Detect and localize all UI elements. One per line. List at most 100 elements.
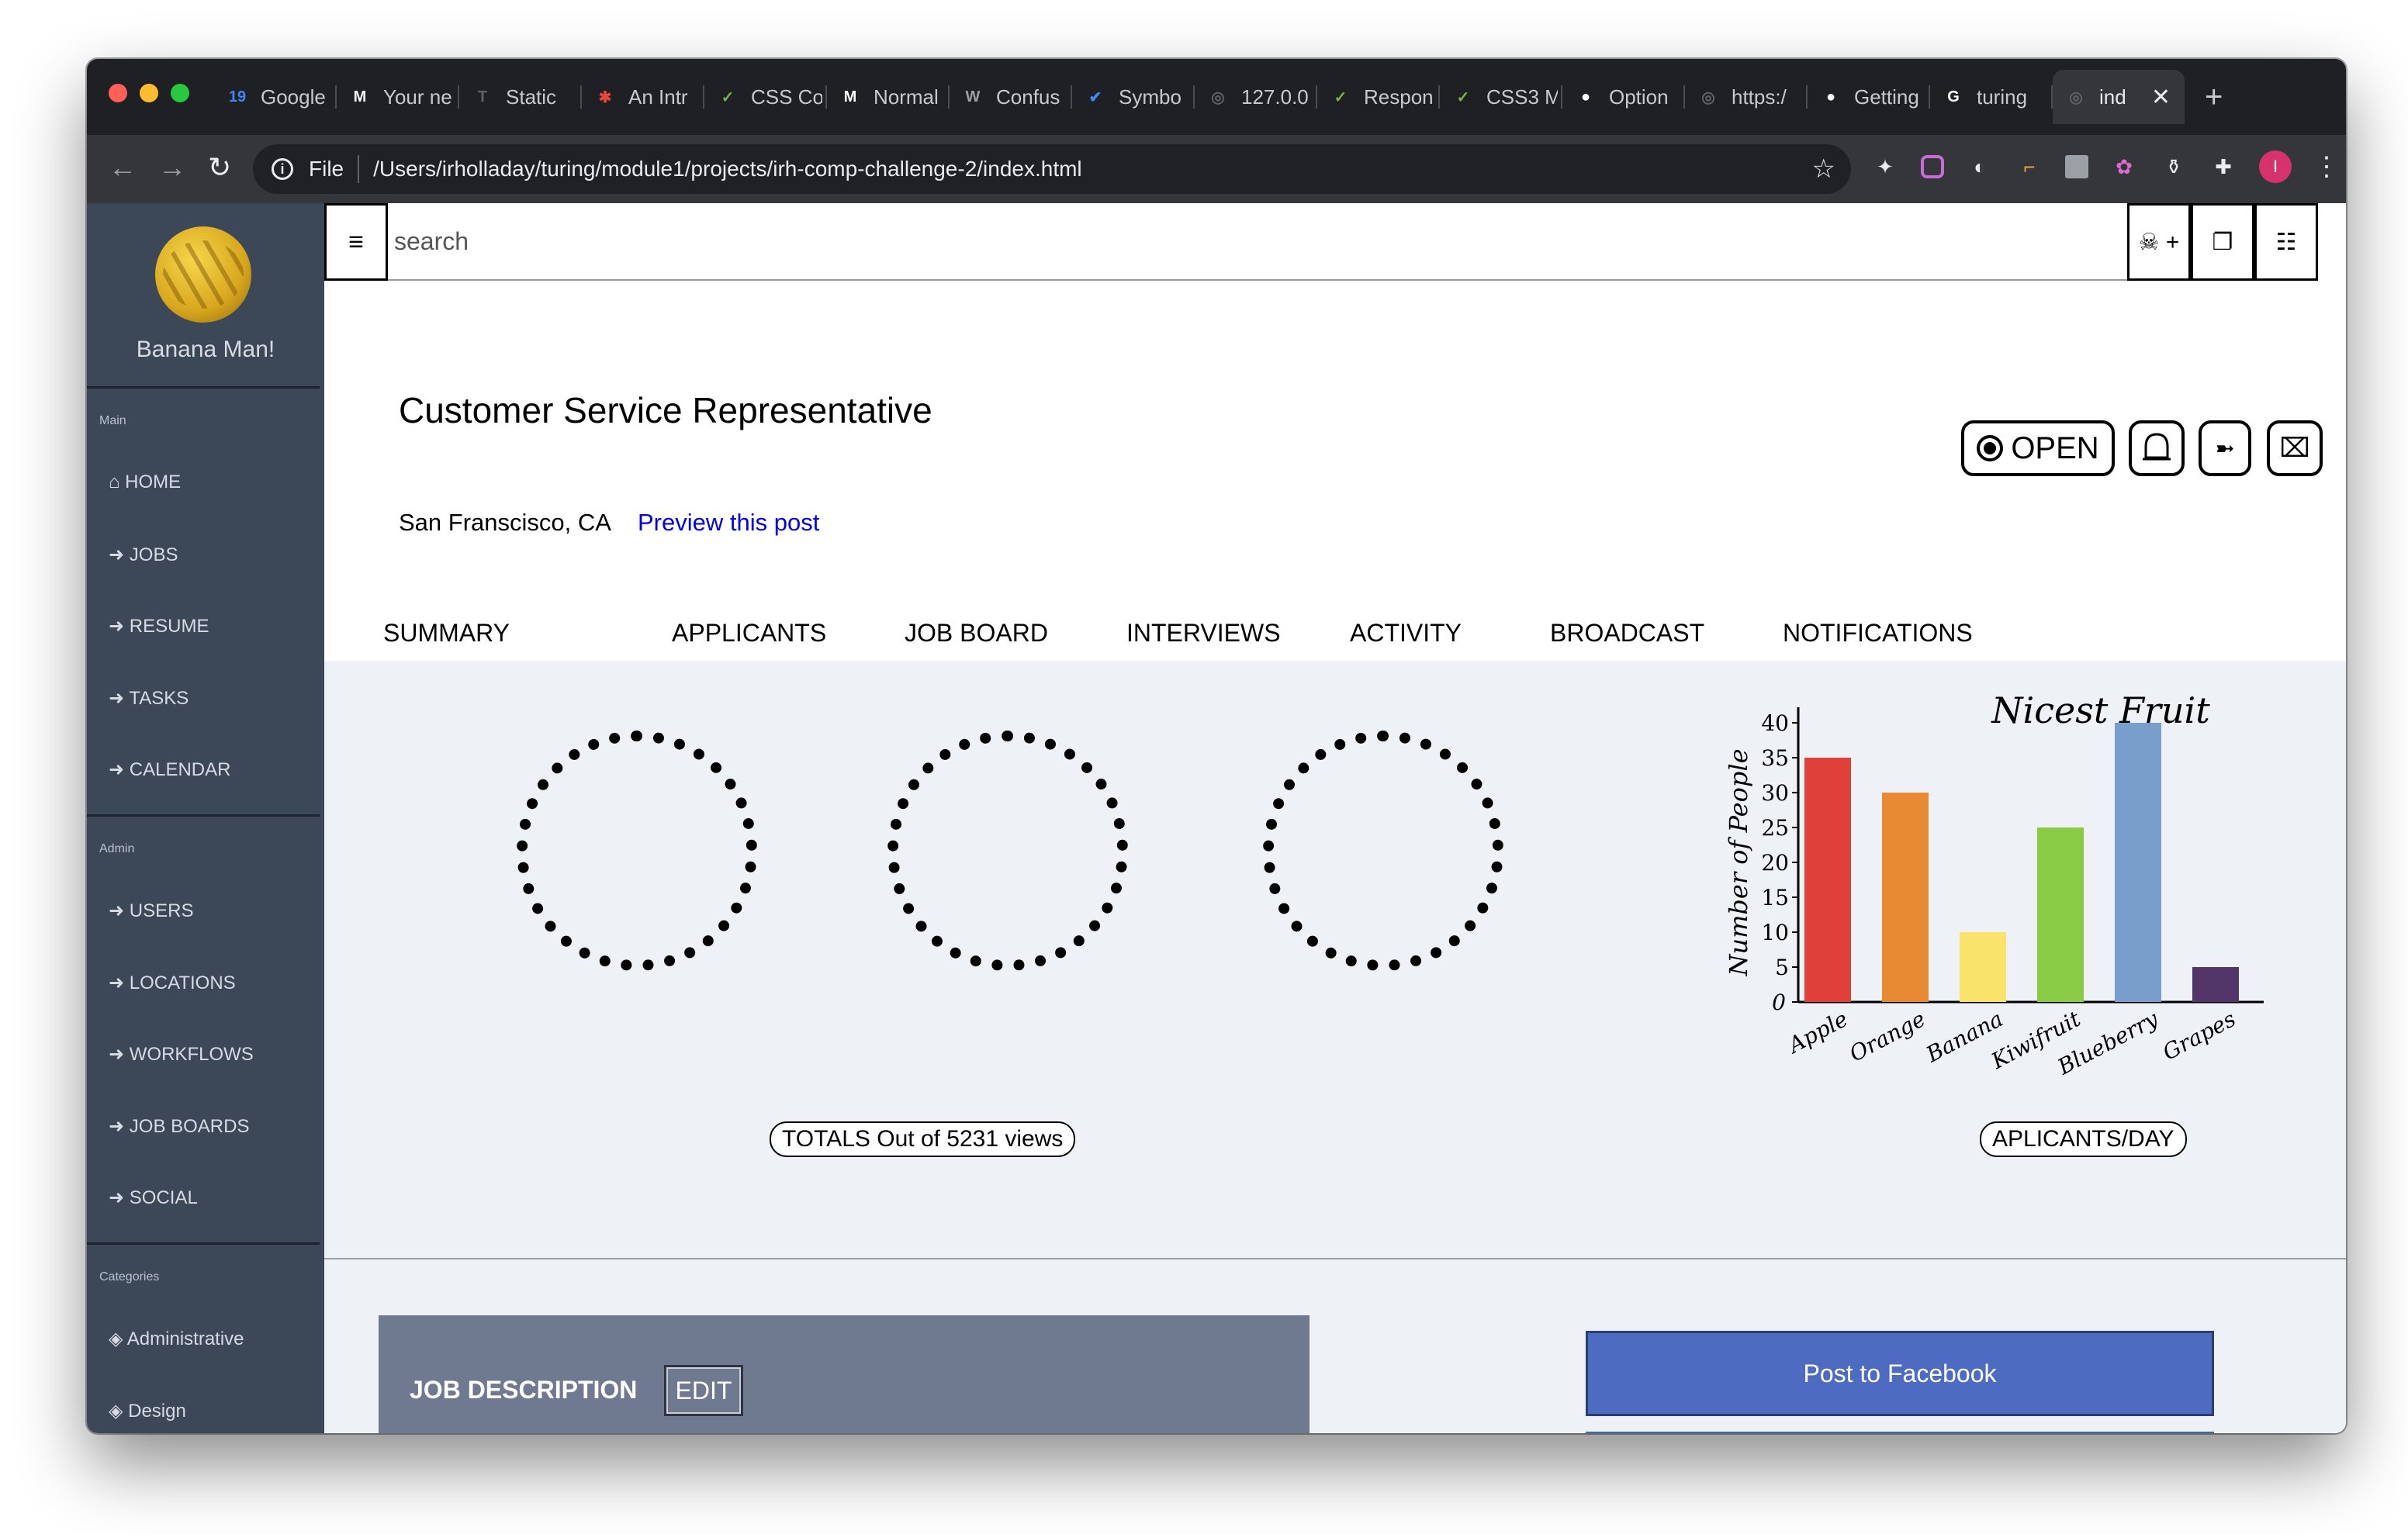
new-tab-button[interactable]: + bbox=[2205, 78, 2223, 135]
puzzle-icon[interactable]: ✦ bbox=[1871, 153, 1899, 181]
sidebar-item[interactable]: ➜ USERS bbox=[109, 900, 193, 922]
browser-tab[interactable]: ✓ CSS3 M bbox=[1440, 70, 1562, 124]
tab-activity[interactable]: ACTIVITY bbox=[1350, 619, 1462, 648]
browser-tab[interactable]: ✱ An Intr bbox=[582, 70, 704, 124]
tab-title: Google bbox=[261, 85, 326, 109]
sidebar-item[interactable]: ◈ Design bbox=[109, 1400, 186, 1422]
close-tab-icon[interactable]: ✕ bbox=[2151, 84, 2171, 111]
x-tick-label: Grapes bbox=[2158, 1006, 2240, 1066]
forward-arrow-icon[interactable]: → bbox=[158, 150, 186, 185]
tab-job-board[interactable]: JOB BOARD bbox=[905, 619, 1048, 648]
url-text[interactable]: /Users/irholladay/turing/module1/project… bbox=[373, 157, 1082, 181]
tab-title: Option bbox=[1609, 85, 1669, 109]
browser-tab[interactable]: ◎ https:/ bbox=[1685, 70, 1808, 124]
back-arrow-icon[interactable]: ← bbox=[109, 150, 137, 185]
reload-icon[interactable]: ↻ bbox=[208, 150, 231, 185]
search-input[interactable] bbox=[388, 203, 2127, 281]
sidebar-item[interactable]: ➜ LOCATIONS bbox=[109, 972, 236, 994]
minimize-window-button[interactable] bbox=[140, 84, 158, 102]
hamburger-menu-button[interactable]: ≡ bbox=[324, 203, 388, 281]
tab-interviews[interactable]: INTERVIEWS bbox=[1126, 619, 1281, 648]
preview-post-link[interactable]: Preview this post bbox=[638, 509, 819, 537]
sidebar-item[interactable]: ➜ WORKFLOWS bbox=[109, 1043, 254, 1066]
sidebar-item[interactable]: ➜ TASKS bbox=[109, 687, 189, 710]
job-description-panel: JOB DESCRIPTION EDIT bbox=[379, 1315, 1310, 1433]
edit-button[interactable]: EDIT bbox=[664, 1365, 743, 1416]
sidebar-item[interactable]: ➜ RESUME bbox=[109, 615, 209, 637]
window-button[interactable]: ❐ bbox=[2191, 203, 2254, 281]
grid-menu-button[interactable]: ☷ bbox=[2254, 203, 2318, 281]
info-icon[interactable]: i bbox=[272, 158, 293, 180]
tab-notifications[interactable]: NOTIFICATIONS bbox=[1783, 619, 1973, 648]
open-status-button[interactable]: OPEN bbox=[1961, 420, 2115, 476]
main-content: ≡ ☠ + ❐ ☷ Customer Service Representativ… bbox=[324, 203, 2346, 1433]
url-scheme: File bbox=[309, 157, 344, 181]
bottle-icon[interactable]: ⚱ bbox=[2160, 153, 2188, 181]
sidebar-divider bbox=[87, 1242, 320, 1245]
sidebar-divider bbox=[87, 386, 320, 389]
extensions-puzzle-icon[interactable]: ✚ bbox=[2209, 153, 2237, 181]
browser-tab[interactable]: M Normal bbox=[827, 70, 950, 124]
browser-tab[interactable]: W Confus bbox=[950, 70, 1072, 124]
tab-applicants[interactable]: APPLICANTS bbox=[672, 619, 826, 648]
profile-avatar[interactable]: I bbox=[2259, 150, 2292, 183]
post-facebook-button[interactable]: Post to Facebook bbox=[1586, 1331, 2214, 1416]
browser-tab[interactable]: 19 Google bbox=[214, 70, 337, 124]
avatar[interactable] bbox=[155, 226, 251, 323]
maximize-window-button[interactable] bbox=[171, 84, 189, 102]
user-name: Banana Man! bbox=[136, 337, 275, 362]
y-tick-label: 20 bbox=[1761, 850, 1789, 876]
calendar-icon: 19 bbox=[228, 88, 247, 105]
share-button[interactable]: ➼ bbox=[2199, 420, 2251, 476]
sidebar-item[interactable]: ➜ SOCIAL bbox=[109, 1187, 198, 1209]
css-icon: ✓ bbox=[1456, 88, 1470, 106]
y-tick-label: 35 bbox=[1761, 745, 1789, 771]
tab-strip: 19 Google M Your ne T Static ✱ An Intr ✓ CSS Co M N… bbox=[87, 59, 2346, 135]
x-tick-label: Orange bbox=[1846, 1006, 1930, 1067]
notify-button[interactable] bbox=[2129, 420, 2185, 476]
sidebar-item[interactable]: ⌂ HOME bbox=[109, 472, 181, 493]
sidebar-item[interactable]: ➜ CALENDAR bbox=[109, 758, 230, 781]
job-tabs: SUMMARY APPLICANTS JOB BOARD INTERVIEWS ACTI… bbox=[324, 619, 2346, 661]
browser-tab[interactable]: ◎ ind ✕ bbox=[2053, 70, 2185, 124]
bar bbox=[1882, 793, 1929, 1002]
chart-ylabel: Number of People bbox=[1724, 748, 1753, 976]
loading-ring bbox=[517, 731, 757, 971]
browser-tab[interactable]: ● Option bbox=[1562, 70, 1685, 124]
medium-icon: M bbox=[843, 88, 857, 105]
browser-tab[interactable]: ✔ Symbo bbox=[1072, 70, 1195, 124]
tab-title: https:/ bbox=[1732, 85, 1787, 109]
arrow-icon: ➼ bbox=[2215, 435, 2235, 461]
stats-panel: TOTALS Out of 5231 views Nicest Fruit Num… bbox=[324, 661, 2346, 1259]
y-tick-label: 0 bbox=[1772, 990, 1786, 1015]
ruler-icon[interactable]: ⌐ bbox=[2015, 153, 2043, 181]
browser-tab[interactable]: ◎ 127.0.0 bbox=[1195, 70, 1317, 124]
sidebar-item[interactable]: ➜ JOB BOARDS bbox=[109, 1115, 249, 1138]
post-twitter-button[interactable] bbox=[1586, 1432, 2214, 1433]
sidebar-item[interactable]: ◈ Administrative bbox=[109, 1328, 244, 1350]
browser-tab[interactable]: ● Getting bbox=[1808, 70, 1930, 124]
bar bbox=[2192, 967, 2239, 1002]
add-user-button[interactable]: ☠ + bbox=[2127, 203, 2191, 281]
github-icon: ● bbox=[1580, 88, 1591, 105]
sidebar-item[interactable]: ➜ JOBS bbox=[109, 544, 178, 566]
browser-tab[interactable]: Gturing bbox=[1930, 70, 2053, 124]
more-menu-icon[interactable]: ⋮ bbox=[2313, 151, 2340, 182]
color-wheel-icon[interactable]: ✿ bbox=[2110, 153, 2138, 181]
browser-tab[interactable]: ✓ CSS Co bbox=[704, 70, 827, 124]
circle-ext-icon[interactable]: ◐ bbox=[1966, 153, 1994, 181]
job-location: San Franscisco, CA bbox=[399, 509, 611, 536]
tab-broadcast[interactable]: BROADCAST bbox=[1550, 619, 1704, 648]
tab-summary[interactable]: SUMMARY bbox=[383, 619, 510, 648]
browser-tab[interactable]: M Your ne bbox=[337, 70, 459, 124]
close-job-button[interactable]: ⌧ bbox=[2267, 420, 2323, 476]
color-ring-icon[interactable] bbox=[1921, 155, 1944, 178]
bookmark-star-icon[interactable]: ☆ bbox=[1812, 154, 1835, 185]
browser-tab[interactable]: T Static bbox=[459, 70, 582, 124]
tab-title: Normal bbox=[874, 85, 939, 109]
tab-title: Symbo bbox=[1119, 85, 1182, 109]
browser-tab[interactable]: ✓ Respon bbox=[1317, 70, 1440, 124]
gray-square-icon[interactable] bbox=[2065, 155, 2088, 178]
close-window-button[interactable] bbox=[109, 84, 127, 102]
address-bar[interactable]: i File /Users/irholladay/turing/module1/… bbox=[253, 144, 1851, 194]
